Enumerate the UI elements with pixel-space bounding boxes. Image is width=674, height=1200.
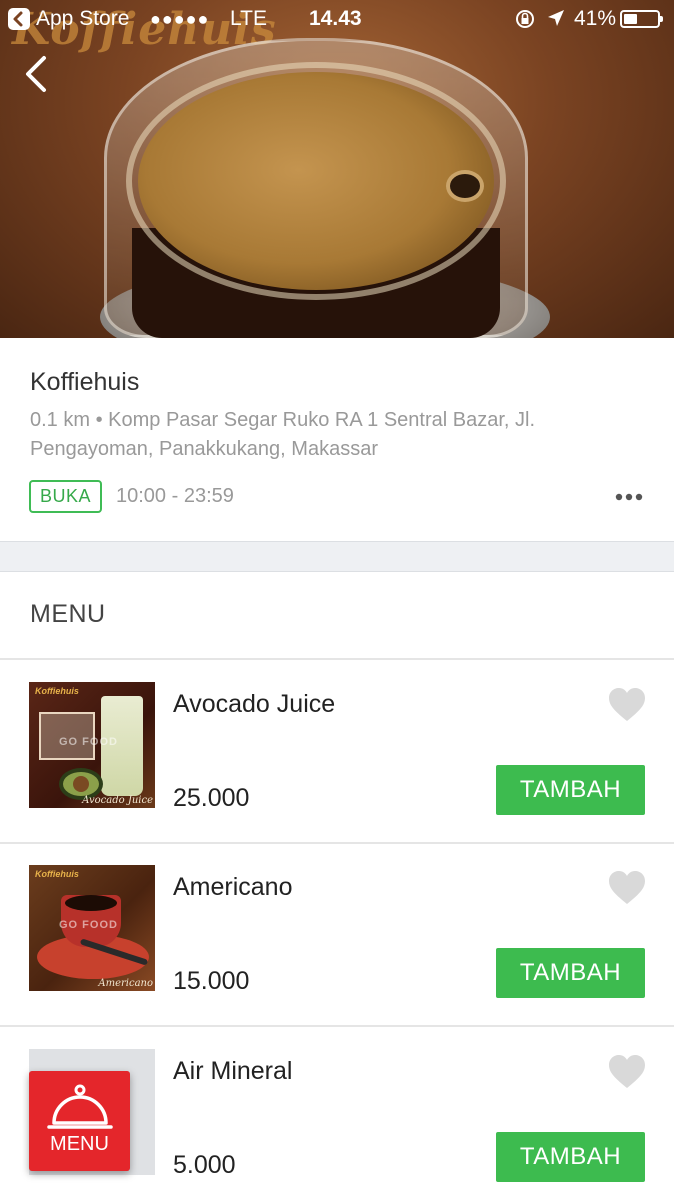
item-name: Avocado Juice xyxy=(173,690,336,718)
thumb-caption: Americano xyxy=(98,978,153,989)
back-button[interactable] xyxy=(18,52,58,96)
heart-icon xyxy=(609,871,645,904)
hero-image: Koffiehuis xyxy=(0,0,674,338)
menu-item-americano: Koffiehuis GO FOOD Americano Americano 1… xyxy=(0,843,674,1026)
add-to-cart-button[interactable]: TAMBAH xyxy=(496,1132,645,1182)
back-to-app-icon[interactable] xyxy=(8,8,30,30)
item-price: 15.000 xyxy=(173,967,250,995)
item-thumbnail[interactable]: Koffiehuis GO FOOD Americano xyxy=(29,865,155,991)
item-name: Air Mineral xyxy=(173,1057,293,1085)
clock: 14.43 xyxy=(309,7,362,30)
thumb-logo: Koffiehuis xyxy=(35,869,79,879)
restaurant-info: Koffiehuis 0.1 km • Komp Pasar Segar Ruk… xyxy=(0,338,674,541)
rotation-lock-icon xyxy=(514,8,536,36)
thumb-watermark: GO FOOD xyxy=(59,736,118,748)
thumb-coffee xyxy=(65,895,117,911)
thumb-caption: Avocado Juice xyxy=(82,795,153,806)
more-options-button[interactable] xyxy=(612,490,646,502)
heart-icon xyxy=(609,688,645,721)
item-thumbnail[interactable]: Koffiehuis GO FOOD Avocado Juice xyxy=(29,682,155,808)
heart-icon xyxy=(609,1055,645,1088)
favorite-button[interactable] xyxy=(608,870,646,906)
favorite-button[interactable] xyxy=(608,687,646,723)
coffee-crema xyxy=(138,72,494,290)
item-price: 25.000 xyxy=(173,784,250,812)
menu-item-avocado-juice: Koffiehuis GO FOOD Avocado Juice Avocado… xyxy=(0,660,674,843)
back-to-app-label[interactable]: App Store xyxy=(36,7,129,31)
add-to-cart-button[interactable]: TAMBAH xyxy=(496,948,645,998)
thumb-avocado-pit xyxy=(73,776,89,792)
item-price: 5.000 xyxy=(173,1151,236,1179)
restaurant-address: 0.1 km • Komp Pasar Segar Ruko RA 1 Sent… xyxy=(30,409,536,460)
battery-icon xyxy=(620,10,663,28)
more-horizontal-icon xyxy=(615,493,643,501)
thumb-watermark: GO FOOD xyxy=(59,919,118,931)
floating-menu-label: MENU xyxy=(50,1133,109,1155)
crema-bubble xyxy=(446,170,484,202)
add-to-cart-button[interactable]: TAMBAH xyxy=(496,765,645,815)
battery-percent: 41% xyxy=(574,7,617,30)
thumb-logo: Koffiehuis xyxy=(35,686,79,696)
location-arrow-icon xyxy=(546,8,566,34)
open-status-badge: BUKA xyxy=(29,480,102,513)
floating-menu-button[interactable]: MENU xyxy=(29,1071,130,1171)
section-separator xyxy=(0,541,674,572)
restaurant-name: Koffiehuis xyxy=(30,368,140,396)
menu-section-title: MENU xyxy=(30,600,106,628)
chevron-left-icon xyxy=(26,56,46,92)
opening-hours: 10:00 - 23:59 xyxy=(116,485,234,507)
item-name: Americano xyxy=(173,873,293,901)
network-type: LTE xyxy=(230,7,267,30)
cloche-icon xyxy=(47,1084,113,1129)
favorite-button[interactable] xyxy=(608,1054,646,1090)
signal-dots: ●●●●● xyxy=(150,9,210,29)
status-bar: App Store ●●●●● LTE 14.43 41% xyxy=(0,0,674,38)
